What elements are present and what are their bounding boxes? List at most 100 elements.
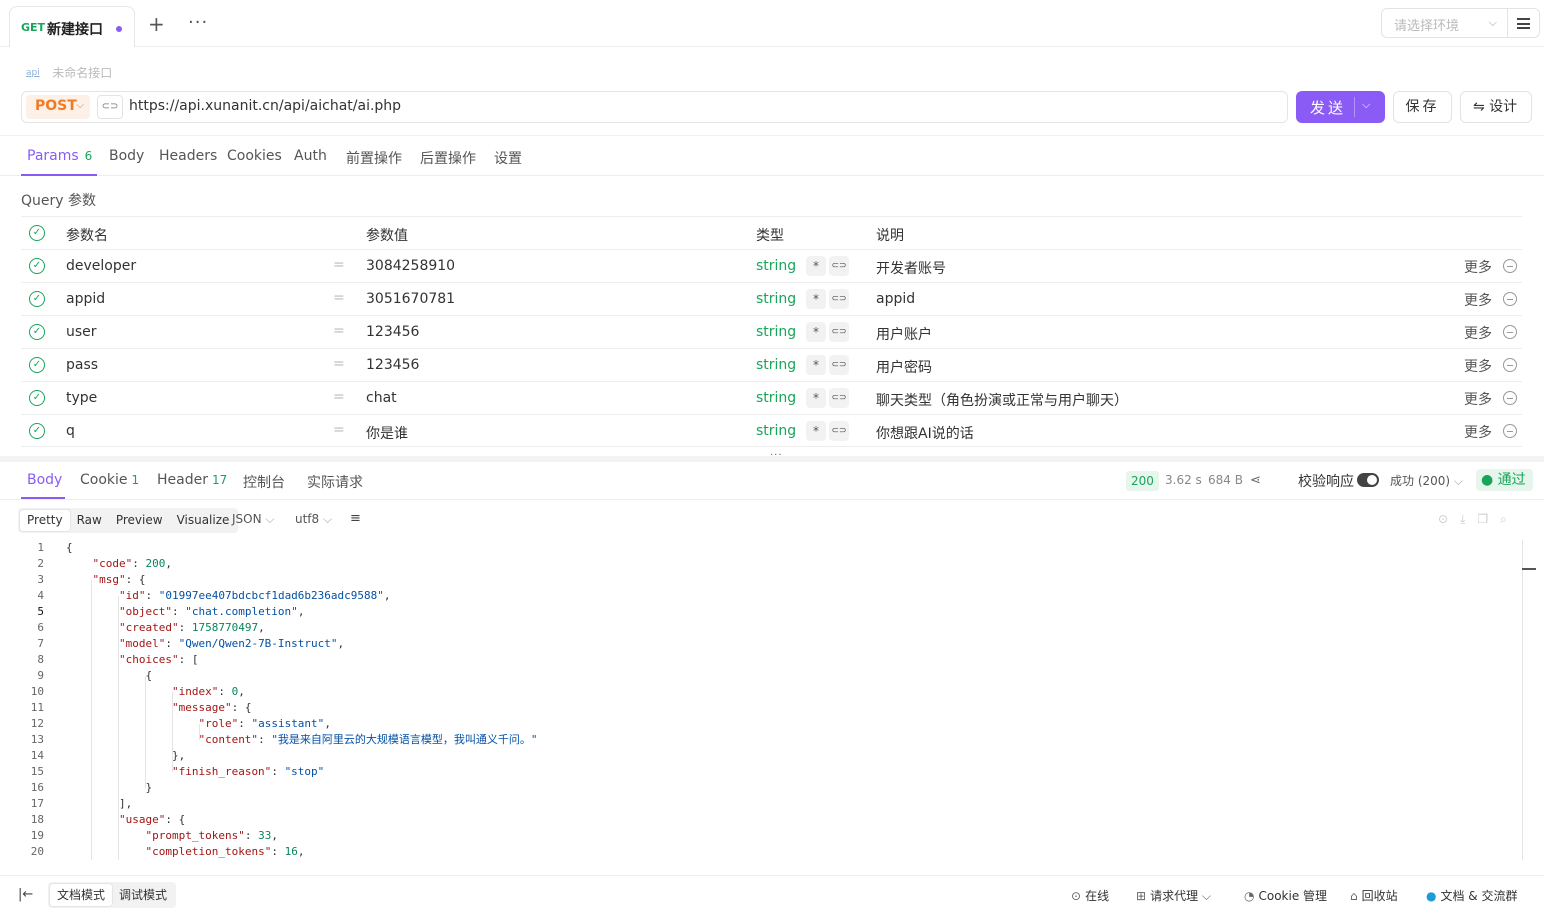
chevron-down-icon[interactable]: ⌵ bbox=[1362, 98, 1370, 112]
docs-community[interactable]: ● 文档 & 交流群 bbox=[1426, 887, 1517, 904]
upload-icon[interactable]: ⊙ bbox=[1438, 512, 1460, 526]
request-proxy[interactable]: ⊞ 请求代理 ⌵ bbox=[1136, 887, 1211, 904]
param-value[interactable]: 3051670781 bbox=[366, 291, 455, 307]
more-button[interactable]: 更多 bbox=[1464, 257, 1492, 277]
view-visualize[interactable]: Visualize bbox=[170, 510, 237, 531]
param-checkbox[interactable]: ✓ bbox=[29, 258, 45, 274]
param-desc[interactable]: appid bbox=[876, 291, 915, 307]
param-type[interactable]: string bbox=[756, 324, 796, 340]
online-status[interactable]: ⊙ 在线 bbox=[1071, 887, 1109, 904]
param-value[interactable]: 123456 bbox=[366, 324, 419, 340]
scrollbar-track[interactable] bbox=[1522, 540, 1523, 860]
search-icon[interactable]: ⌕ bbox=[1500, 512, 1519, 526]
response-code-editor[interactable]: 1{2 "code": 200, 3 "msg": {4 "id": "01997… bbox=[0, 540, 1522, 860]
tab-params[interactable]: Params 6 bbox=[27, 148, 92, 164]
tab-body[interactable]: Body bbox=[109, 148, 144, 164]
tab-cookies[interactable]: Cookies bbox=[227, 148, 282, 164]
param-type[interactable]: string bbox=[756, 258, 796, 274]
param-type[interactable]: string bbox=[756, 390, 796, 406]
method-select[interactable]: POST ⌵ bbox=[26, 95, 90, 119]
encoding-select[interactable]: utf8 ⌵ bbox=[295, 512, 332, 527]
tab-post-ops[interactable]: 后置操作 bbox=[420, 148, 476, 168]
link-icon[interactable]: ⊂⊃ bbox=[829, 256, 849, 276]
copy-icon[interactable]: ❐ bbox=[1477, 512, 1500, 526]
remove-icon[interactable] bbox=[1503, 259, 1517, 273]
cookie-management[interactable]: ◔ Cookie 管理 bbox=[1244, 887, 1327, 904]
drag-handle-icon[interactable]: ··· bbox=[770, 450, 783, 461]
remove-icon[interactable] bbox=[1503, 325, 1517, 339]
param-desc[interactable]: 聊天类型（角色扮演或正常与用户聊天） bbox=[876, 390, 1128, 410]
validate-toggle[interactable] bbox=[1357, 473, 1379, 487]
success-select[interactable]: 成功 (200) ⌵ bbox=[1390, 472, 1463, 489]
more-button[interactable]: 更多 bbox=[1464, 290, 1492, 310]
tab-settings[interactable]: 设置 bbox=[494, 148, 522, 168]
environment-menu-button[interactable] bbox=[1508, 8, 1540, 38]
more-button[interactable]: 更多 bbox=[1464, 389, 1492, 409]
param-name[interactable]: type bbox=[66, 390, 97, 406]
send-button[interactable]: 发送 ⌵ bbox=[1296, 91, 1385, 123]
debug-mode[interactable]: 调试模式 bbox=[112, 884, 174, 906]
param-desc[interactable]: 用户密码 bbox=[876, 357, 932, 377]
share-icon[interactable]: ⋖ bbox=[1250, 473, 1261, 488]
tab-pre-ops[interactable]: 前置操作 bbox=[346, 148, 402, 168]
required-icon[interactable]: * bbox=[806, 355, 826, 375]
required-icon[interactable]: * bbox=[806, 388, 826, 408]
remove-icon[interactable] bbox=[1503, 391, 1517, 405]
param-type[interactable]: string bbox=[756, 357, 796, 373]
param-name[interactable]: user bbox=[66, 324, 97, 340]
param-type[interactable]: string bbox=[756, 291, 796, 307]
api-name-input[interactable]: 未命名接口 bbox=[52, 66, 112, 80]
required-icon[interactable]: * bbox=[806, 322, 826, 342]
link-icon[interactable]: ⊂⊃ bbox=[829, 421, 849, 441]
remove-icon[interactable] bbox=[1503, 358, 1517, 372]
required-icon[interactable]: * bbox=[806, 289, 826, 309]
collapse-sidebar-icon[interactable]: |← bbox=[18, 887, 33, 902]
param-checkbox[interactable]: ✓ bbox=[29, 357, 45, 373]
view-pretty[interactable]: Pretty bbox=[20, 510, 70, 531]
design-button[interactable]: ⇋ 设计 bbox=[1460, 91, 1532, 123]
link-icon[interactable]: ⊂⊃ bbox=[829, 289, 849, 309]
tab-actual-request[interactable]: 实际请求 bbox=[307, 472, 363, 492]
view-raw[interactable]: Raw bbox=[70, 510, 109, 531]
add-tab-button[interactable]: + bbox=[148, 14, 165, 34]
link-icon[interactable]: ⊂⊃ bbox=[829, 388, 849, 408]
tab-new-api[interactable]: GET 新建接口 bbox=[9, 6, 135, 47]
param-checkbox[interactable]: ✓ bbox=[29, 324, 45, 340]
save-button[interactable]: 保存 bbox=[1393, 91, 1452, 123]
more-button[interactable]: 更多 bbox=[1464, 356, 1492, 376]
param-desc[interactable]: 用户账户 bbox=[876, 324, 932, 344]
url-input[interactable]: https://api.xunanit.cn/api/aichat/ai.php bbox=[129, 98, 401, 114]
view-preview[interactable]: Preview bbox=[109, 510, 170, 531]
param-name[interactable]: developer bbox=[66, 258, 136, 274]
required-icon[interactable]: * bbox=[806, 256, 826, 276]
tab-headers[interactable]: Headers bbox=[159, 148, 217, 164]
param-desc[interactable]: 开发者账号 bbox=[876, 258, 946, 278]
tab-console[interactable]: 控制台 bbox=[243, 472, 285, 492]
more-tabs-button[interactable]: ··· bbox=[188, 12, 208, 33]
param-value[interactable]: 3084258910 bbox=[366, 258, 455, 274]
param-name[interactable]: pass bbox=[66, 357, 98, 373]
param-name[interactable]: q bbox=[66, 423, 75, 439]
doc-mode[interactable]: 文档模式 bbox=[50, 884, 113, 906]
link-icon[interactable]: ⊂⊃ bbox=[829, 322, 849, 342]
more-button[interactable]: 更多 bbox=[1464, 323, 1492, 343]
link-icon[interactable]: ⊂⊃ bbox=[829, 355, 849, 375]
param-value[interactable]: chat bbox=[366, 390, 397, 406]
more-button[interactable]: 更多 bbox=[1464, 422, 1492, 442]
tab-response-body[interactable]: Body bbox=[27, 472, 62, 488]
tab-response-header[interactable]: Header 17 bbox=[157, 472, 227, 488]
param-type[interactable]: string bbox=[756, 423, 796, 439]
word-wrap-icon[interactable]: ≡ bbox=[350, 511, 361, 526]
remove-icon[interactable] bbox=[1503, 292, 1517, 306]
download-icon[interactable]: ⤓ bbox=[1460, 512, 1477, 526]
remove-icon[interactable] bbox=[1503, 424, 1517, 438]
required-icon[interactable]: * bbox=[806, 421, 826, 441]
param-checkbox[interactable]: ✓ bbox=[29, 390, 45, 406]
param-name[interactable]: appid bbox=[66, 291, 105, 307]
param-checkbox[interactable]: ✓ bbox=[29, 291, 45, 307]
select-all-checkbox[interactable]: ✓ bbox=[29, 225, 45, 241]
format-select[interactable]: JSON ⌵ bbox=[232, 512, 275, 527]
param-checkbox[interactable]: ✓ bbox=[29, 423, 45, 439]
tab-auth[interactable]: Auth bbox=[294, 148, 327, 164]
recycle-bin[interactable]: ⌂ 回收站 bbox=[1350, 887, 1398, 904]
